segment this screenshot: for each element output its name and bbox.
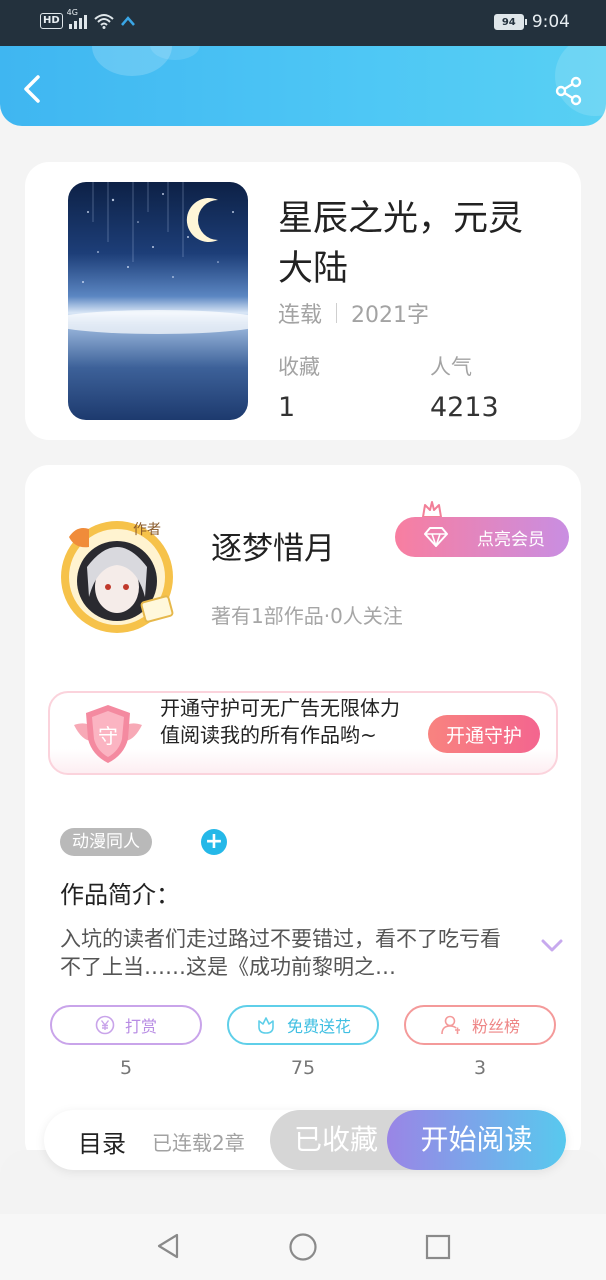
notification-icon <box>120 16 135 26</box>
diamond-icon <box>424 527 448 547</box>
cover-art <box>68 182 248 334</box>
fan-ranking-button[interactable]: 粉丝榜 <box>404 1005 556 1045</box>
chevron-down-icon[interactable] <box>541 939 563 953</box>
clock: 9:04 <box>531 12 570 32</box>
favorites-value: 1 <box>278 392 296 423</box>
intro-title: 作品简介： <box>60 881 180 909</box>
author-card: 作者 逐梦惜月 点亮会员 著有1部作品·0人关注 守 开通守护可无广告无限体力值… <box>25 465 581 1165</box>
hd-indicator: HD <box>40 13 63 29</box>
yen-icon <box>95 1015 115 1035</box>
vip-button-label: 点亮会员 <box>477 529 545 550</box>
flower-icon <box>258 1017 274 1034</box>
favorites-label: 收藏 <box>278 355 320 379</box>
battery-icon: 94 <box>493 14 527 30</box>
send-flower-label: 免费送花 <box>286 1017 351 1036</box>
chapter-count: 已连载2章 <box>152 1131 245 1155</box>
send-flower-count: 75 <box>290 1057 316 1079</box>
popularity-value: 4213 <box>430 392 499 423</box>
book-title: 星辰之光，元灵大陆 <box>278 199 524 289</box>
guard-badge-label: 守 <box>98 724 118 748</box>
guard-shield-icon: 守 <box>74 705 142 763</box>
share-icon[interactable] <box>554 76 584 106</box>
person-icon <box>441 1015 460 1035</box>
vip-button[interactable]: 点亮会员 <box>395 517 569 557</box>
add-tag-button[interactable]: + <box>201 829 227 855</box>
author-summary: 著有1部作品·0人关注 <box>211 604 403 628</box>
reward-label: 打赏 <box>124 1017 157 1036</box>
author-name: 逐梦惜月 <box>211 531 335 567</box>
back-icon[interactable] <box>18 74 48 104</box>
guard-banner[interactable]: 守 开通守护可无广告无限体力值阅读我的所有作品哟~ 开通守护 <box>48 691 558 775</box>
nav-back-icon[interactable] <box>155 1232 181 1260</box>
genre-tag[interactable]: 动漫同人 <box>60 828 152 856</box>
book-meta: 连载 2021字 <box>278 297 429 329</box>
header-bar <box>0 46 606 126</box>
reward-count: 5 <box>119 1057 133 1079</box>
wifi-icon <box>94 14 114 29</box>
popularity-label: 人气 <box>430 355 472 379</box>
avatar-badge: 作者 <box>133 522 161 538</box>
crown-icon <box>422 501 442 518</box>
toc-button[interactable]: 目录 <box>78 1124 126 1159</box>
nav-home-icon[interactable] <box>288 1232 318 1262</box>
bottom-action-bar: 目录 已连载2章 已收藏 开始阅读 <box>44 1110 566 1170</box>
nav-recent-icon[interactable] <box>424 1233 452 1261</box>
word-count: 2021字 <box>351 303 430 328</box>
status-bar: HD 4G 94 9:04 <box>0 0 606 46</box>
book-info-card: 星辰之光，元灵大陆 连载 2021字 收藏 1 人气 4213 <box>25 162 581 440</box>
intro-text: 入坑的读者们走过路过不要错过，看不了吃亏看不了上当……这是《成功前黎明之… <box>60 927 501 979</box>
guard-text: 开通守护可无广告无限体力值阅读我的所有作品哟~ <box>160 696 400 747</box>
send-flower-button[interactable]: 免费送花 <box>227 1005 379 1045</box>
signal-icon: 4G <box>67 8 87 29</box>
author-avatar[interactable]: 作者 <box>45 507 195 642</box>
start-reading-button[interactable]: 开始阅读 <box>387 1110 566 1170</box>
reward-button[interactable]: 打赏 <box>50 1005 202 1045</box>
divider <box>336 303 338 323</box>
fan-ranking-label: 粉丝榜 <box>471 1017 520 1036</box>
book-status: 连载 <box>278 303 323 328</box>
open-guard-button[interactable]: 开通守护 <box>428 715 540 753</box>
fan-ranking-count: 3 <box>473 1057 487 1079</box>
book-cover-image[interactable] <box>68 182 248 420</box>
